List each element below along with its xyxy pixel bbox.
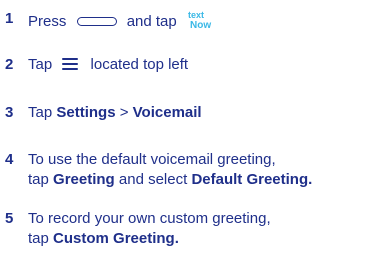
textnow-logo-icon: text Now bbox=[187, 9, 213, 31]
step-text: Press and tap text Now bbox=[28, 9, 213, 35]
custom-greeting-label: Custom Greeting. bbox=[53, 230, 179, 247]
step-number: 2 bbox=[5, 56, 14, 73]
step-label: tap bbox=[28, 230, 54, 247]
step-label: located top left bbox=[90, 56, 189, 73]
step-label: tap bbox=[28, 171, 54, 188]
step-text: Tap located top left bbox=[28, 55, 188, 75]
button-outline-icon bbox=[76, 16, 117, 26]
step-line-1: To use the default voicemail greeting, bbox=[28, 151, 276, 168]
step-number: 4 bbox=[5, 151, 14, 168]
svg-text:text: text bbox=[188, 10, 204, 20]
step-line-1: To record your own custom greeting, bbox=[28, 210, 271, 227]
svg-text:Now: Now bbox=[190, 20, 211, 31]
step-text: To record your own custom greeting, tap … bbox=[28, 209, 271, 249]
voicemail-label: Voicemail bbox=[132, 104, 202, 121]
step-label: Press bbox=[28, 12, 67, 30]
default-greeting-label: Default Greeting. bbox=[191, 171, 313, 188]
step-label: Tap bbox=[28, 56, 53, 73]
step-text: To use the default voicemail greeting, t… bbox=[28, 150, 312, 190]
step-number: 1 bbox=[5, 10, 14, 27]
step-line-2: tap Greeting and select Default Greeting… bbox=[28, 170, 312, 190]
greeting-label: Greeting bbox=[53, 171, 115, 188]
step-number: 3 bbox=[5, 104, 14, 121]
step-label: > bbox=[115, 104, 133, 121]
hamburger-menu-icon bbox=[62, 58, 79, 71]
step-line-2: tap Custom Greeting. bbox=[28, 229, 271, 249]
step-label: and select bbox=[114, 171, 192, 188]
step-label: Tap bbox=[28, 104, 57, 121]
step-number: 5 bbox=[5, 210, 14, 227]
settings-label: Settings bbox=[56, 104, 116, 121]
step-text: Tap Settings > Voicemail bbox=[28, 103, 202, 123]
step-label: and tap bbox=[126, 12, 177, 30]
